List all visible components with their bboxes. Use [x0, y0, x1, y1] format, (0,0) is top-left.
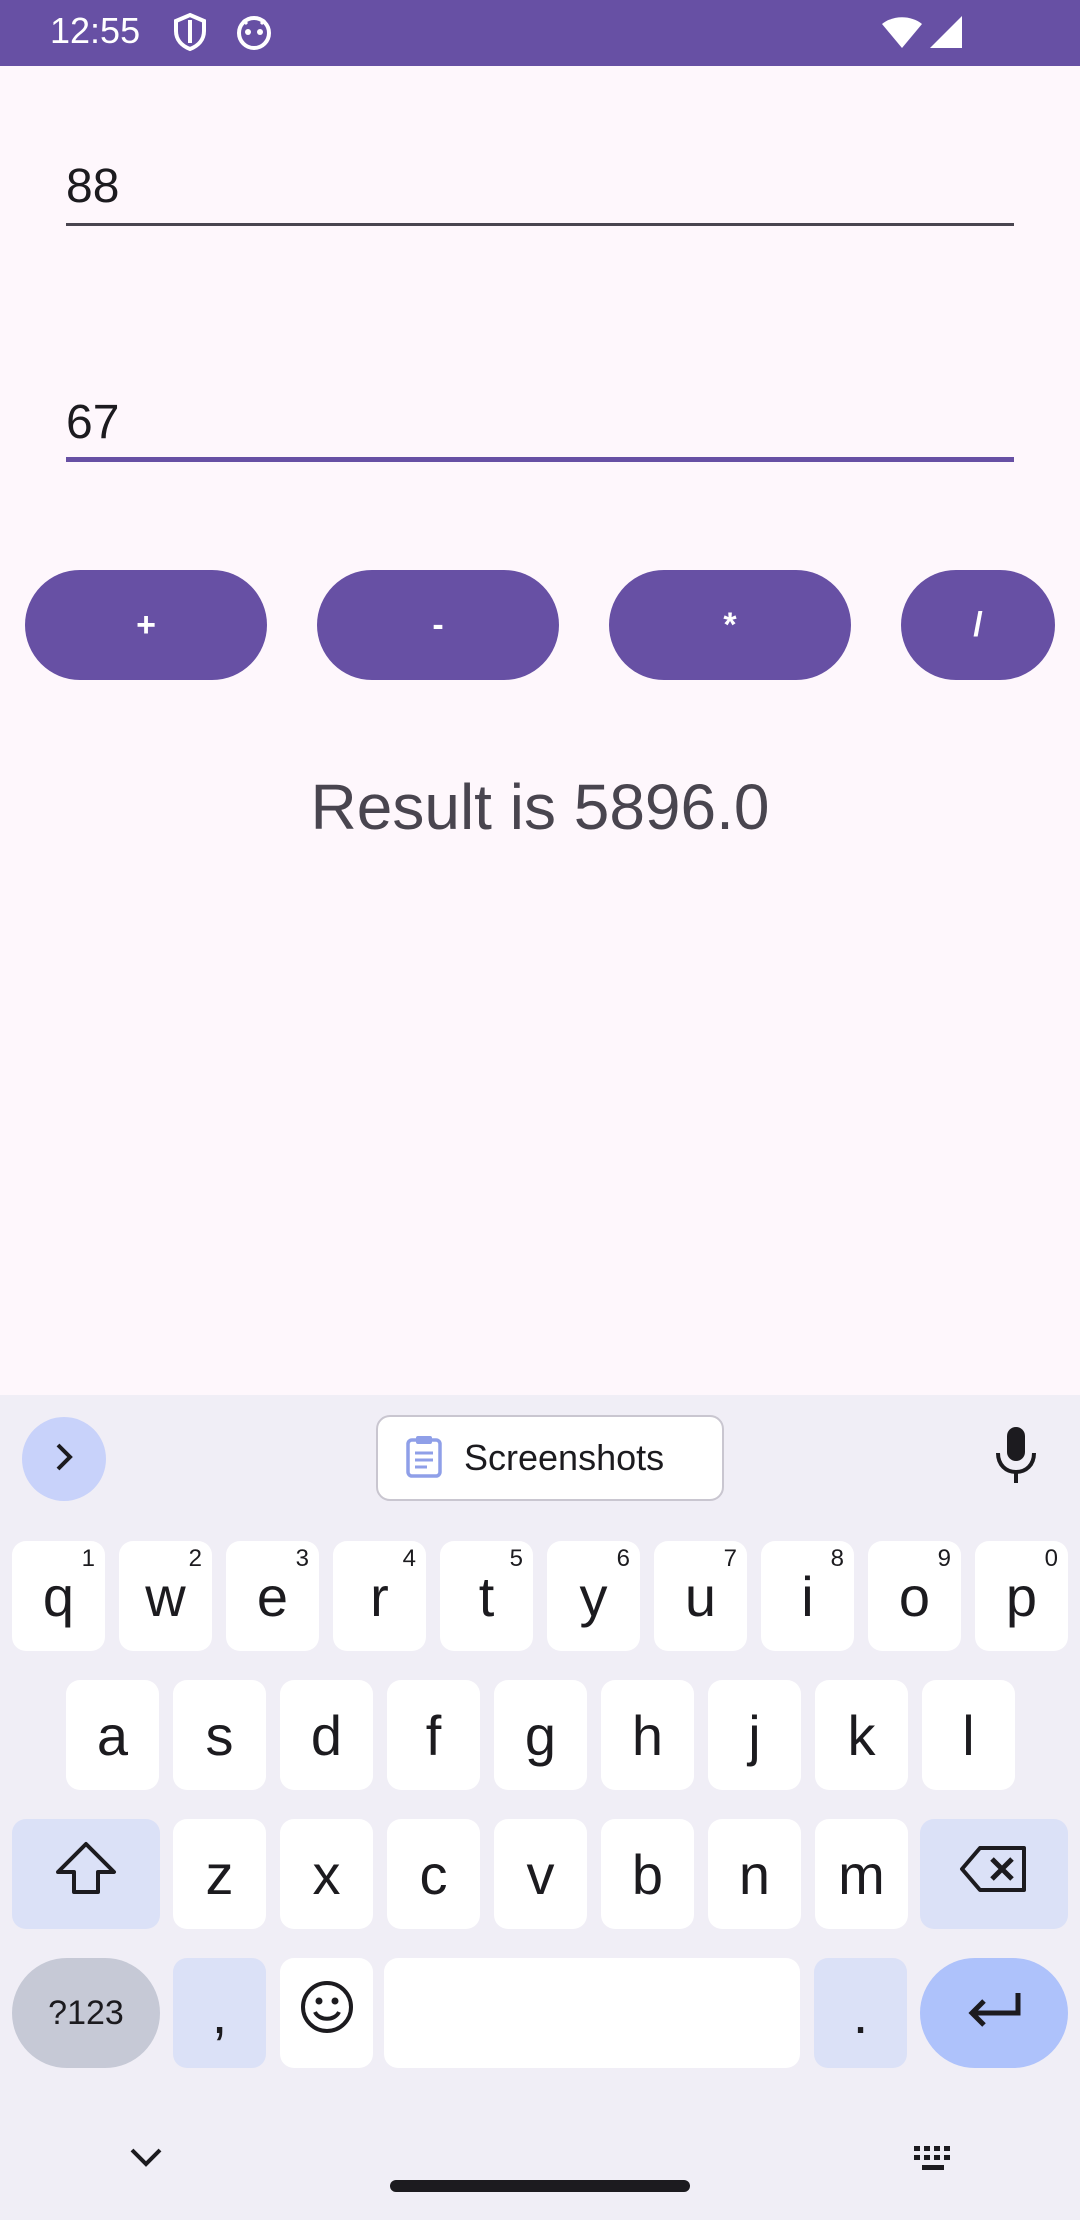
backspace-key[interactable]: [920, 1819, 1068, 1929]
key-r[interactable]: r4: [333, 1541, 426, 1651]
key-i[interactable]: i8: [761, 1541, 854, 1651]
emoji-key[interactable]: [280, 1958, 373, 2068]
clipboard-icon: [404, 1434, 444, 1483]
key-label: t: [478, 1564, 495, 1628]
key-w[interactable]: w2: [119, 1541, 212, 1651]
key-f[interactable]: f: [387, 1680, 480, 1790]
first-number-input[interactable]: [66, 146, 1014, 226]
key-p[interactable]: p0: [975, 1541, 1068, 1651]
key-u[interactable]: u7: [654, 1541, 747, 1651]
soft-keyboard: Screenshots q1 w2 e3 r4 t5 y6 u7 i8 o9 p…: [0, 1395, 1080, 2220]
enter-key[interactable]: [920, 1958, 1068, 2068]
key-y[interactable]: y6: [547, 1541, 640, 1651]
key-j[interactable]: j: [708, 1680, 801, 1790]
key-hint: 0: [1044, 1545, 1058, 1572]
key-hint: 2: [188, 1545, 202, 1572]
key-hint: 6: [616, 1545, 630, 1572]
key-label: i: [801, 1564, 814, 1628]
comma-key[interactable]: ,: [173, 1958, 266, 2068]
key-o[interactable]: o9: [868, 1541, 961, 1651]
backspace-icon: [958, 1842, 1030, 1907]
result-text: Result is 5896.0: [310, 771, 770, 843]
key-t[interactable]: t5: [440, 1541, 533, 1651]
second-number-input[interactable]: [66, 382, 1014, 462]
signal-icon: [928, 14, 964, 55]
microphone-icon[interactable]: [992, 1425, 1040, 1492]
divide-button[interactable]: /: [901, 570, 1055, 680]
key-h[interactable]: h: [601, 1680, 694, 1790]
navigation-bar: [0, 2110, 1080, 2220]
key-label: w: [145, 1564, 186, 1628]
key-b[interactable]: b: [601, 1819, 694, 1929]
key-l[interactable]: l: [922, 1680, 1015, 1790]
keyboard-toolbar: Screenshots: [0, 1395, 1080, 1525]
key-label: y: [579, 1564, 608, 1628]
key-v[interactable]: v: [494, 1819, 587, 1929]
shield-icon: [172, 12, 208, 57]
multiply-button[interactable]: *: [609, 570, 851, 680]
shift-icon: [54, 1840, 118, 1909]
status-bar: 12:55: [0, 0, 1080, 66]
key-d[interactable]: d: [280, 1680, 373, 1790]
clipboard-suggestion-chip[interactable]: Screenshots: [376, 1415, 724, 1501]
key-hint: 4: [402, 1545, 416, 1572]
home-indicator[interactable]: [390, 2180, 690, 2192]
subtract-button[interactable]: -: [317, 570, 559, 680]
android-icon: [234, 12, 274, 57]
key-x[interactable]: x: [280, 1819, 373, 1929]
second-number-field[interactable]: [66, 382, 1014, 462]
key-label: e: [256, 1564, 289, 1628]
key-e[interactable]: e3: [226, 1541, 319, 1651]
key-hint: 9: [937, 1545, 951, 1572]
key-q[interactable]: q1: [12, 1541, 105, 1651]
key-label: r: [370, 1564, 389, 1628]
period-key[interactable]: .: [814, 1958, 907, 2068]
key-a[interactable]: a: [66, 1680, 159, 1790]
key-label: p: [1005, 1564, 1038, 1628]
key-hint: 5: [509, 1545, 523, 1572]
symbols-key[interactable]: ?123: [12, 1958, 160, 2068]
first-number-underline: [66, 223, 1014, 226]
key-n[interactable]: n: [708, 1819, 801, 1929]
second-number-underline: [66, 457, 1014, 462]
key-s[interactable]: s: [173, 1680, 266, 1790]
shift-key[interactable]: [12, 1819, 160, 1929]
key-label: q: [42, 1564, 75, 1628]
key-k[interactable]: k: [815, 1680, 908, 1790]
keyboard-switch-icon[interactable]: [912, 2144, 956, 2179]
key-hint: 3: [295, 1545, 309, 1572]
suggestion-chip-label: Screenshots: [464, 1437, 665, 1478]
space-key[interactable]: [384, 1958, 800, 2068]
key-label: o: [898, 1564, 931, 1628]
key-hint: 1: [81, 1545, 95, 1572]
wifi-icon: [880, 14, 924, 55]
key-z[interactable]: z: [173, 1819, 266, 1929]
chevron-right-icon: [47, 1440, 81, 1479]
add-button[interactable]: +: [25, 570, 267, 680]
key-label: u: [684, 1564, 717, 1628]
key-hint: 8: [830, 1545, 844, 1572]
key-g[interactable]: g: [494, 1680, 587, 1790]
status-time: 12:55: [50, 10, 141, 51]
expand-toolbar-button[interactable]: [22, 1417, 106, 1501]
enter-icon: [964, 1981, 1024, 2046]
chevron-down-icon[interactable]: [128, 2146, 164, 2175]
emoji-icon: [299, 1979, 355, 2048]
first-number-field[interactable]: [66, 146, 1014, 226]
key-c[interactable]: c: [387, 1819, 480, 1929]
key-hint: 7: [723, 1545, 737, 1572]
key-m[interactable]: m: [815, 1819, 908, 1929]
